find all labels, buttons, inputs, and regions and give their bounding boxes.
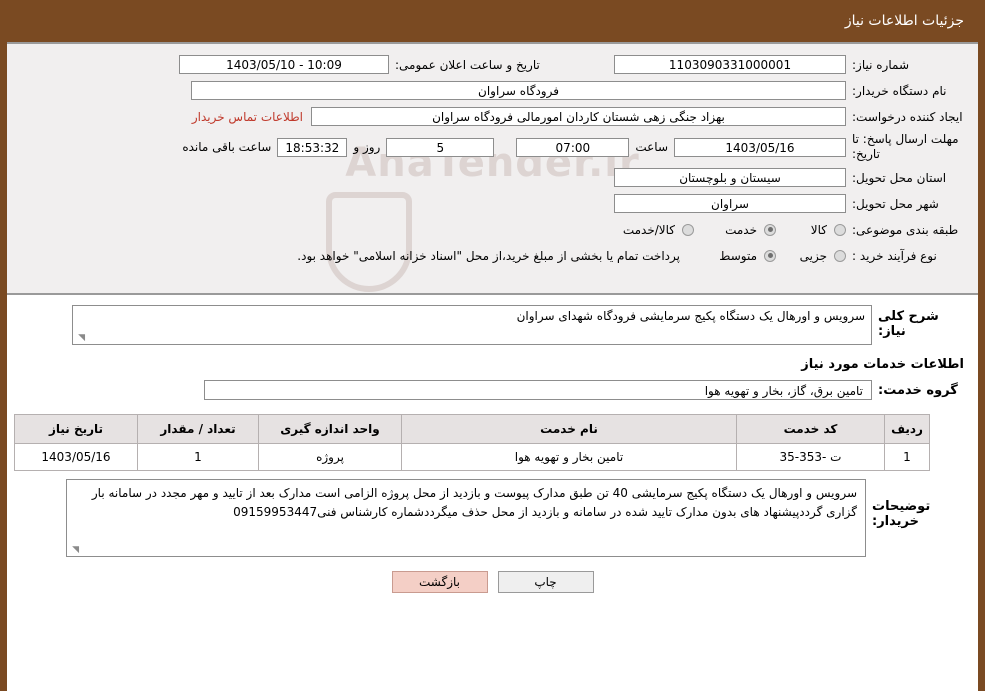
- th-radif: ردیف: [884, 414, 930, 444]
- process-option-motavaset-label: متوسط: [719, 248, 757, 263]
- th-need-date: تاریخ نیاز: [14, 414, 138, 444]
- process-label: نوع فرآیند خرید :: [852, 248, 937, 263]
- back-button[interactable]: بازگشت: [391, 571, 488, 593]
- process-note: پرداخت تمام یا بخشی از مبلغ خرید،از محل …: [297, 248, 680, 263]
- days-label: روز و: [353, 140, 381, 154]
- province-value: سیستان و بلوچستان: [614, 168, 846, 187]
- process-option-jozei-label: جزیی: [799, 248, 827, 263]
- row-requester: ایجاد کننده درخواست: بهزاد جنگی زهی شستا…: [15, 106, 970, 127]
- requester-label: ایجاد کننده درخواست:: [852, 109, 963, 124]
- th-service-code: کد خدمت: [736, 414, 885, 444]
- service-group-label: گروه خدمت:: [878, 382, 958, 398]
- cell-service-name: تامین بخار و تهویه هوا: [401, 443, 737, 471]
- category-option-kala-khedmat-label: کالا/خدمت: [622, 222, 675, 237]
- radio-kala-icon[interactable]: [834, 223, 846, 236]
- deadline-time-value: 07:00: [516, 137, 630, 157]
- remaining-days-value: 5: [386, 137, 495, 157]
- process-option-motavaset[interactable]: متوسط: [680, 249, 776, 263]
- radio-jozei-icon[interactable]: [834, 249, 846, 262]
- th-service-name: نام خدمت: [401, 414, 737, 444]
- page-container: جزئیات اطلاعات نیاز AnaTender.ir شماره ن…: [0, 0, 985, 691]
- announce-datetime-value: 10:09 - 1403/05/10: [179, 55, 389, 74]
- need-summary-textarea[interactable]: سرویس و اورهال یک دستگاه پکیج سرمایشی فر…: [72, 305, 872, 345]
- category-label: طبقه بندی موضوعی:: [852, 222, 959, 237]
- buyer-remarks-label: توضیحات خریدار:: [872, 499, 931, 529]
- announce-datetime-label: تاریخ و ساعت اعلان عمومی:: [395, 57, 540, 72]
- table-row: 1 ت -353-35 تامین بخار و تهویه هوا پروژه…: [14, 443, 930, 471]
- deadline-label: مهلت ارسال پاسخ: تا تاریخ:: [852, 132, 959, 161]
- buyer-contact-link[interactable]: اطلاعات تماس خریدار: [184, 110, 311, 124]
- category-option-khedmat[interactable]: خدمت: [694, 223, 776, 237]
- buyer-org-label: نام دستگاه خریدار:: [852, 83, 947, 98]
- cell-need-date: 1403/05/16: [14, 443, 138, 471]
- remaining-time-value: 18:53:32: [277, 137, 348, 157]
- buyer-remarks-value: سرویس و اورهال یک دستگاه پکیج سرمایشی 40…: [91, 486, 857, 519]
- row-need-number: شماره نیاز: 1103090331000001 تاریخ و ساع…: [15, 54, 970, 75]
- radio-kala-khedmat-icon[interactable]: [682, 223, 694, 236]
- cell-unit: پروژه: [258, 443, 402, 471]
- buyer-remarks-textarea[interactable]: سرویس و اورهال یک دستگاه پکیج سرمایشی 40…: [66, 479, 866, 557]
- need-summary-value: سرویس و اورهال یک دستگاه پکیج سرمایشی فر…: [516, 309, 865, 323]
- action-buttons: چاپ بازگشت: [7, 571, 978, 593]
- remarks-resize-grip-icon[interactable]: ◥: [69, 545, 79, 555]
- hour-label: ساعت: [635, 140, 668, 154]
- need-info-panel: AnaTender.ir شماره نیاز: 110309033100000…: [7, 42, 978, 295]
- process-option-jozei[interactable]: جزیی: [776, 249, 846, 263]
- service-group-value: تامین برق، گاز، بخار و تهویه هوا: [204, 380, 872, 400]
- remaining-label: ساعت باقی مانده: [182, 140, 272, 154]
- row-buyer-org: نام دستگاه خریدار: فرودگاه سراوان: [15, 80, 970, 101]
- services-section-title: اطلاعات خدمات مورد نیاز: [801, 357, 964, 372]
- table-header-row: ردیف کد خدمت نام خدمت واحد اندازه گیری ت…: [14, 414, 930, 444]
- row-buyer-remarks: توضیحات خریدار: سرویس و اورهال یک دستگاه…: [7, 471, 978, 557]
- category-option-kala-khedmat[interactable]: کالا/خدمت: [621, 223, 694, 237]
- services-table-wrap: ردیف کد خدمت نام خدمت واحد اندازه گیری ت…: [7, 414, 978, 471]
- category-option-kala-label: کالا: [810, 222, 827, 237]
- cell-quantity: 1: [137, 443, 259, 471]
- page-header: جزئیات اطلاعات نیاز: [7, 0, 978, 42]
- city-value: سراوان: [614, 194, 846, 213]
- row-deadline: مهلت ارسال پاسخ: تا تاریخ: 1403/05/16 سا…: [15, 132, 970, 162]
- resize-grip-icon[interactable]: ◥: [75, 333, 85, 343]
- row-process: نوع فرآیند خرید : جزیی متوسط پرداخت تمام…: [15, 245, 970, 266]
- row-category: طبقه بندی موضوعی: کالا خدمت کالا/خدمت: [15, 219, 970, 240]
- radio-khedmat-icon[interactable]: [764, 223, 776, 236]
- services-table: ردیف کد خدمت نام خدمت واحد اندازه گیری ت…: [14, 414, 930, 471]
- deadline-date-value: 1403/05/16: [674, 137, 846, 157]
- requester-value: بهزاد جنگی زهی شستان کاردان امورمالی فرو…: [311, 107, 846, 126]
- need-number-label: شماره نیاز:: [852, 57, 909, 72]
- radio-motavaset-icon[interactable]: [764, 249, 776, 262]
- cell-service-code: ت -353-35: [736, 443, 885, 471]
- buyer-org-value: فرودگاه سراوان: [191, 81, 846, 100]
- category-option-khedmat-label: خدمت: [725, 222, 757, 237]
- cell-radif: 1: [884, 443, 930, 471]
- need-body-section: شرح کلی نیاز: سرویس و اورهال یک دستگاه پ…: [7, 295, 978, 414]
- row-service-group: گروه خدمت: تامین برق، گاز، بخار و تهویه …: [15, 380, 970, 400]
- th-quantity: تعداد / مقدار: [137, 414, 259, 444]
- th-unit: واحد اندازه گیری: [258, 414, 402, 444]
- category-option-kala[interactable]: کالا: [776, 223, 846, 237]
- page-title: جزئیات اطلاعات نیاز: [844, 13, 964, 29]
- print-button[interactable]: چاپ: [497, 571, 594, 593]
- need-number-value: 1103090331000001: [614, 55, 846, 74]
- row-city: شهر محل تحویل: سراوان: [15, 193, 970, 214]
- row-need-summary: شرح کلی نیاز: سرویس و اورهال یک دستگاه پ…: [15, 305, 970, 345]
- row-province: استان محل تحویل: سیستان و بلوچستان: [15, 167, 970, 188]
- city-label: شهر محل تحویل:: [852, 196, 939, 211]
- province-label: استان محل تحویل:: [852, 170, 947, 185]
- need-summary-label: شرح کلی نیاز:: [878, 309, 939, 339]
